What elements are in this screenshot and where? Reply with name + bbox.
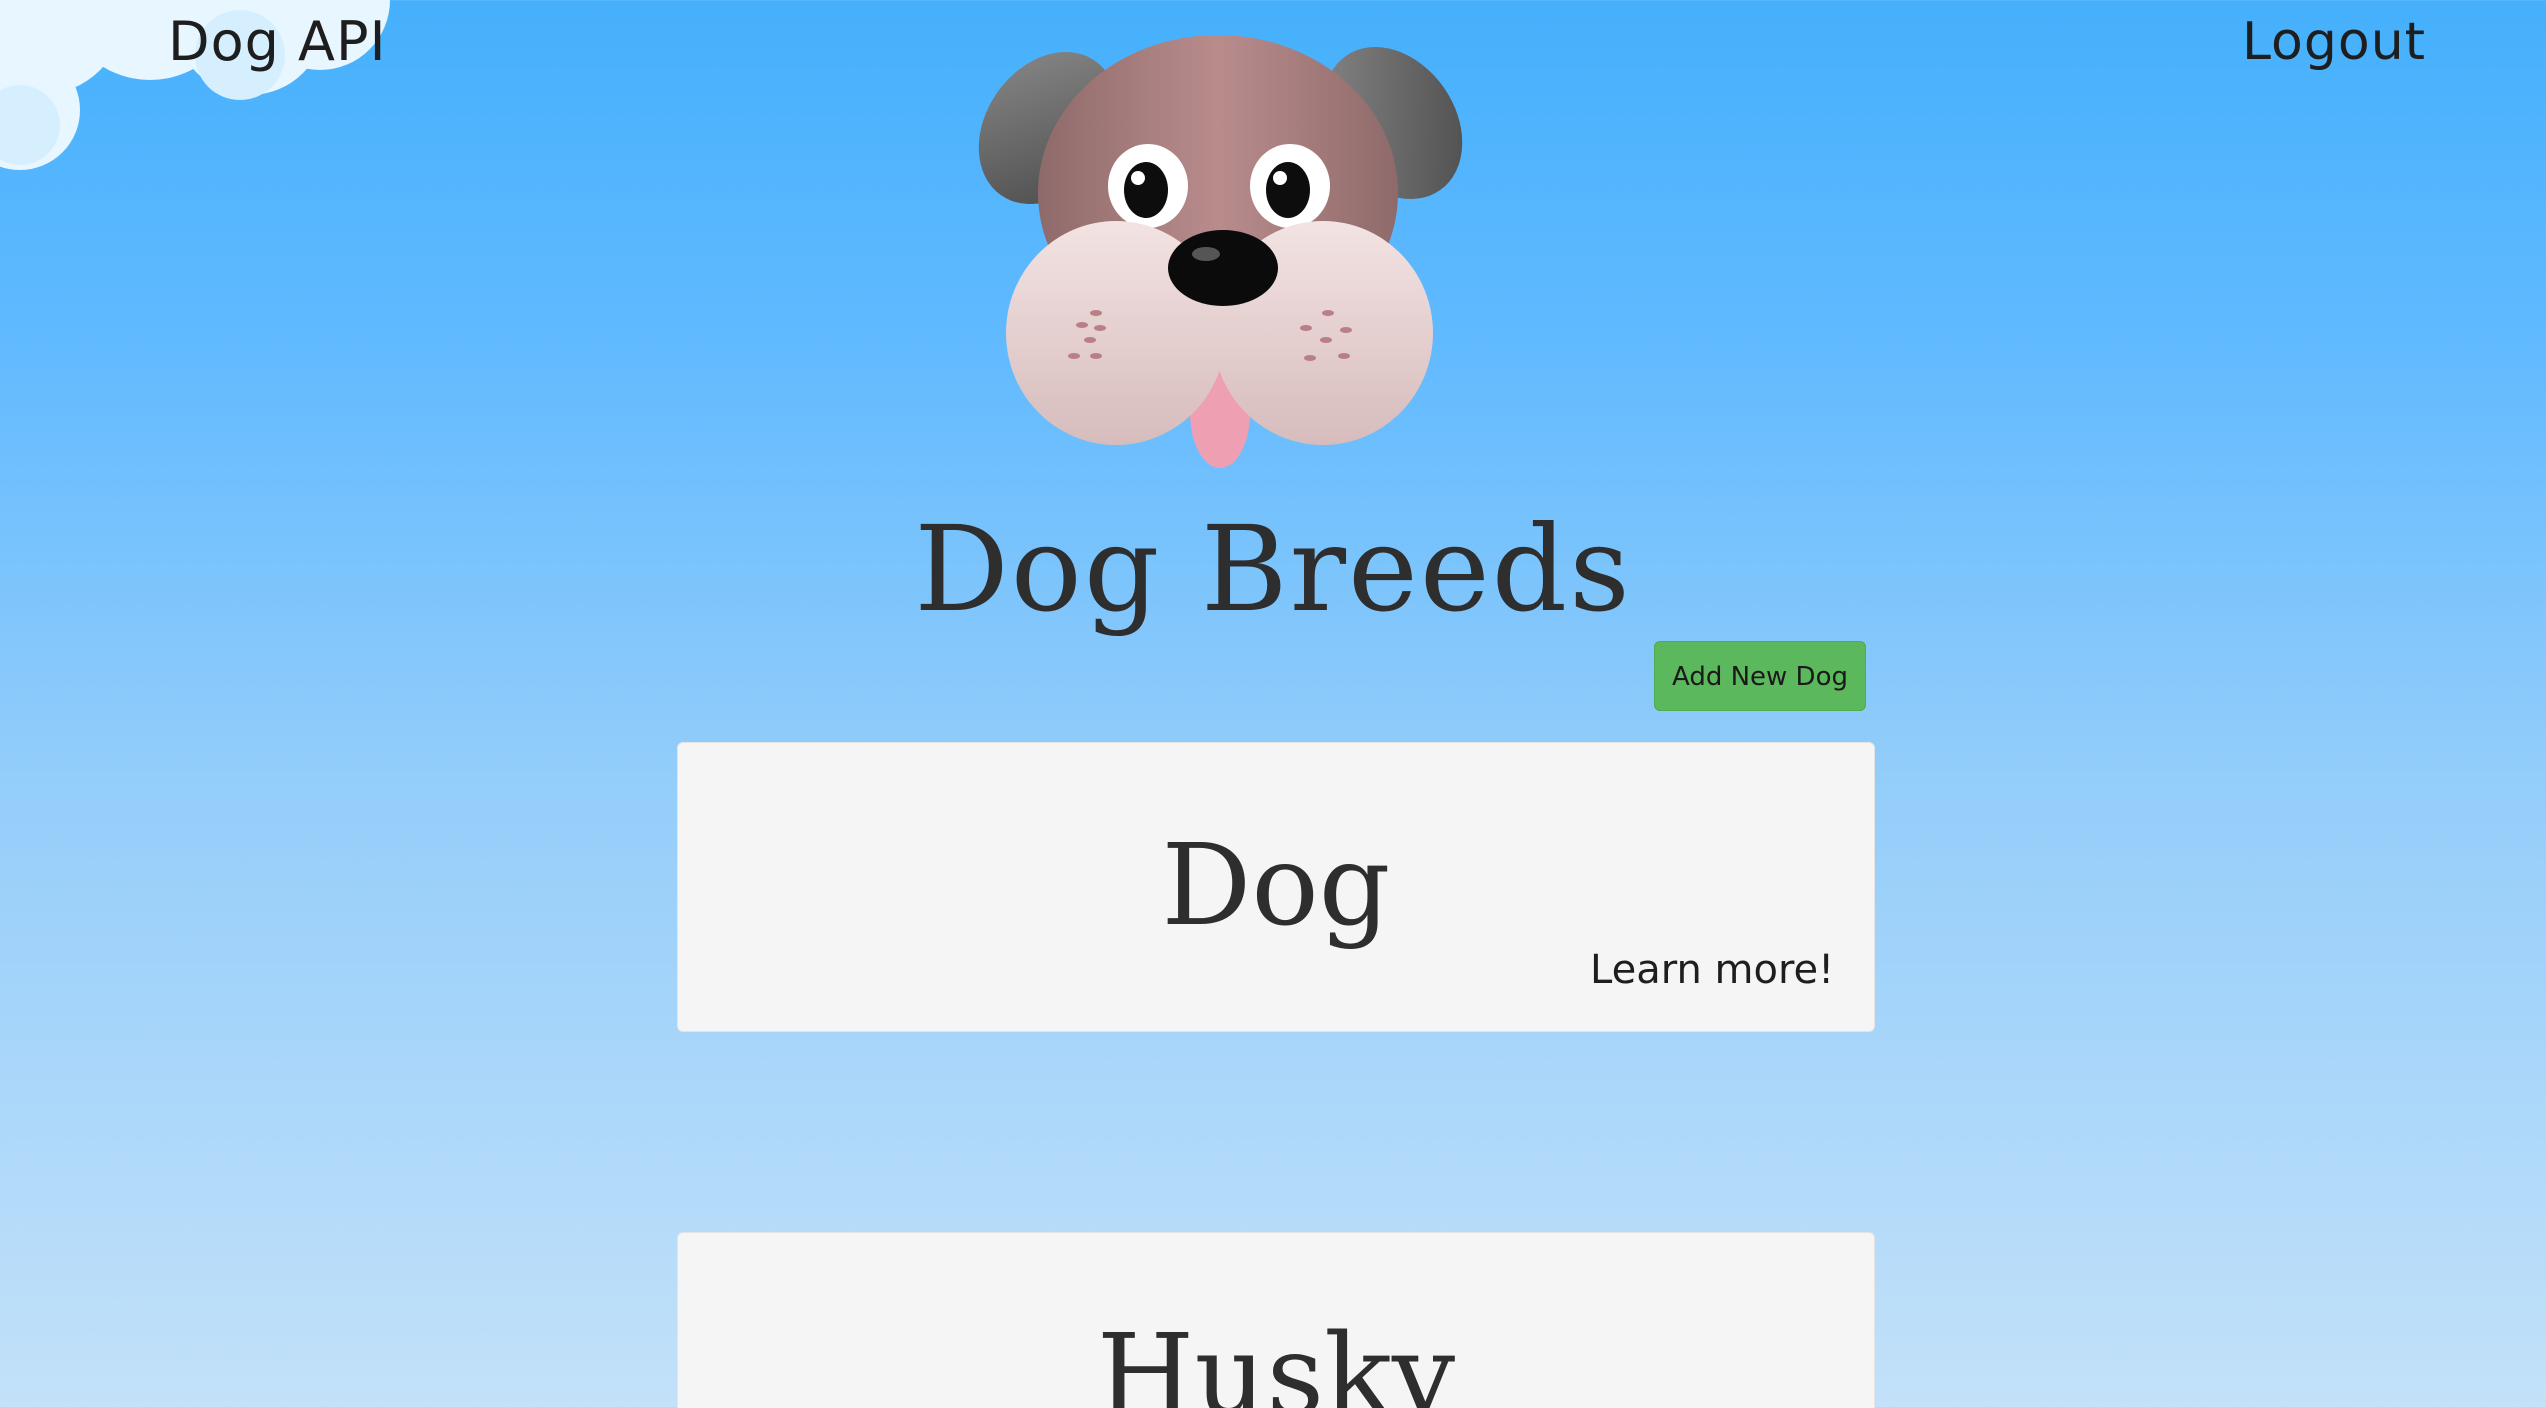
breed-name: Dog [1161,821,1391,951]
breed-card: Husky [677,1232,1875,1408]
page-title: Dog Breeds [914,500,1632,638]
learn-more-link[interactable]: Learn more! [1590,947,1834,993]
logout-link[interactable]: Logout [2242,12,2426,72]
brand-link[interactable]: Dog API [168,10,387,73]
add-new-dog-button[interactable]: Add New Dog [1654,641,1866,711]
breed-card: Dog Learn more! [677,742,1875,1032]
dog-face-icon [978,35,1463,468]
breed-name: Husky [1096,1311,1456,1408]
